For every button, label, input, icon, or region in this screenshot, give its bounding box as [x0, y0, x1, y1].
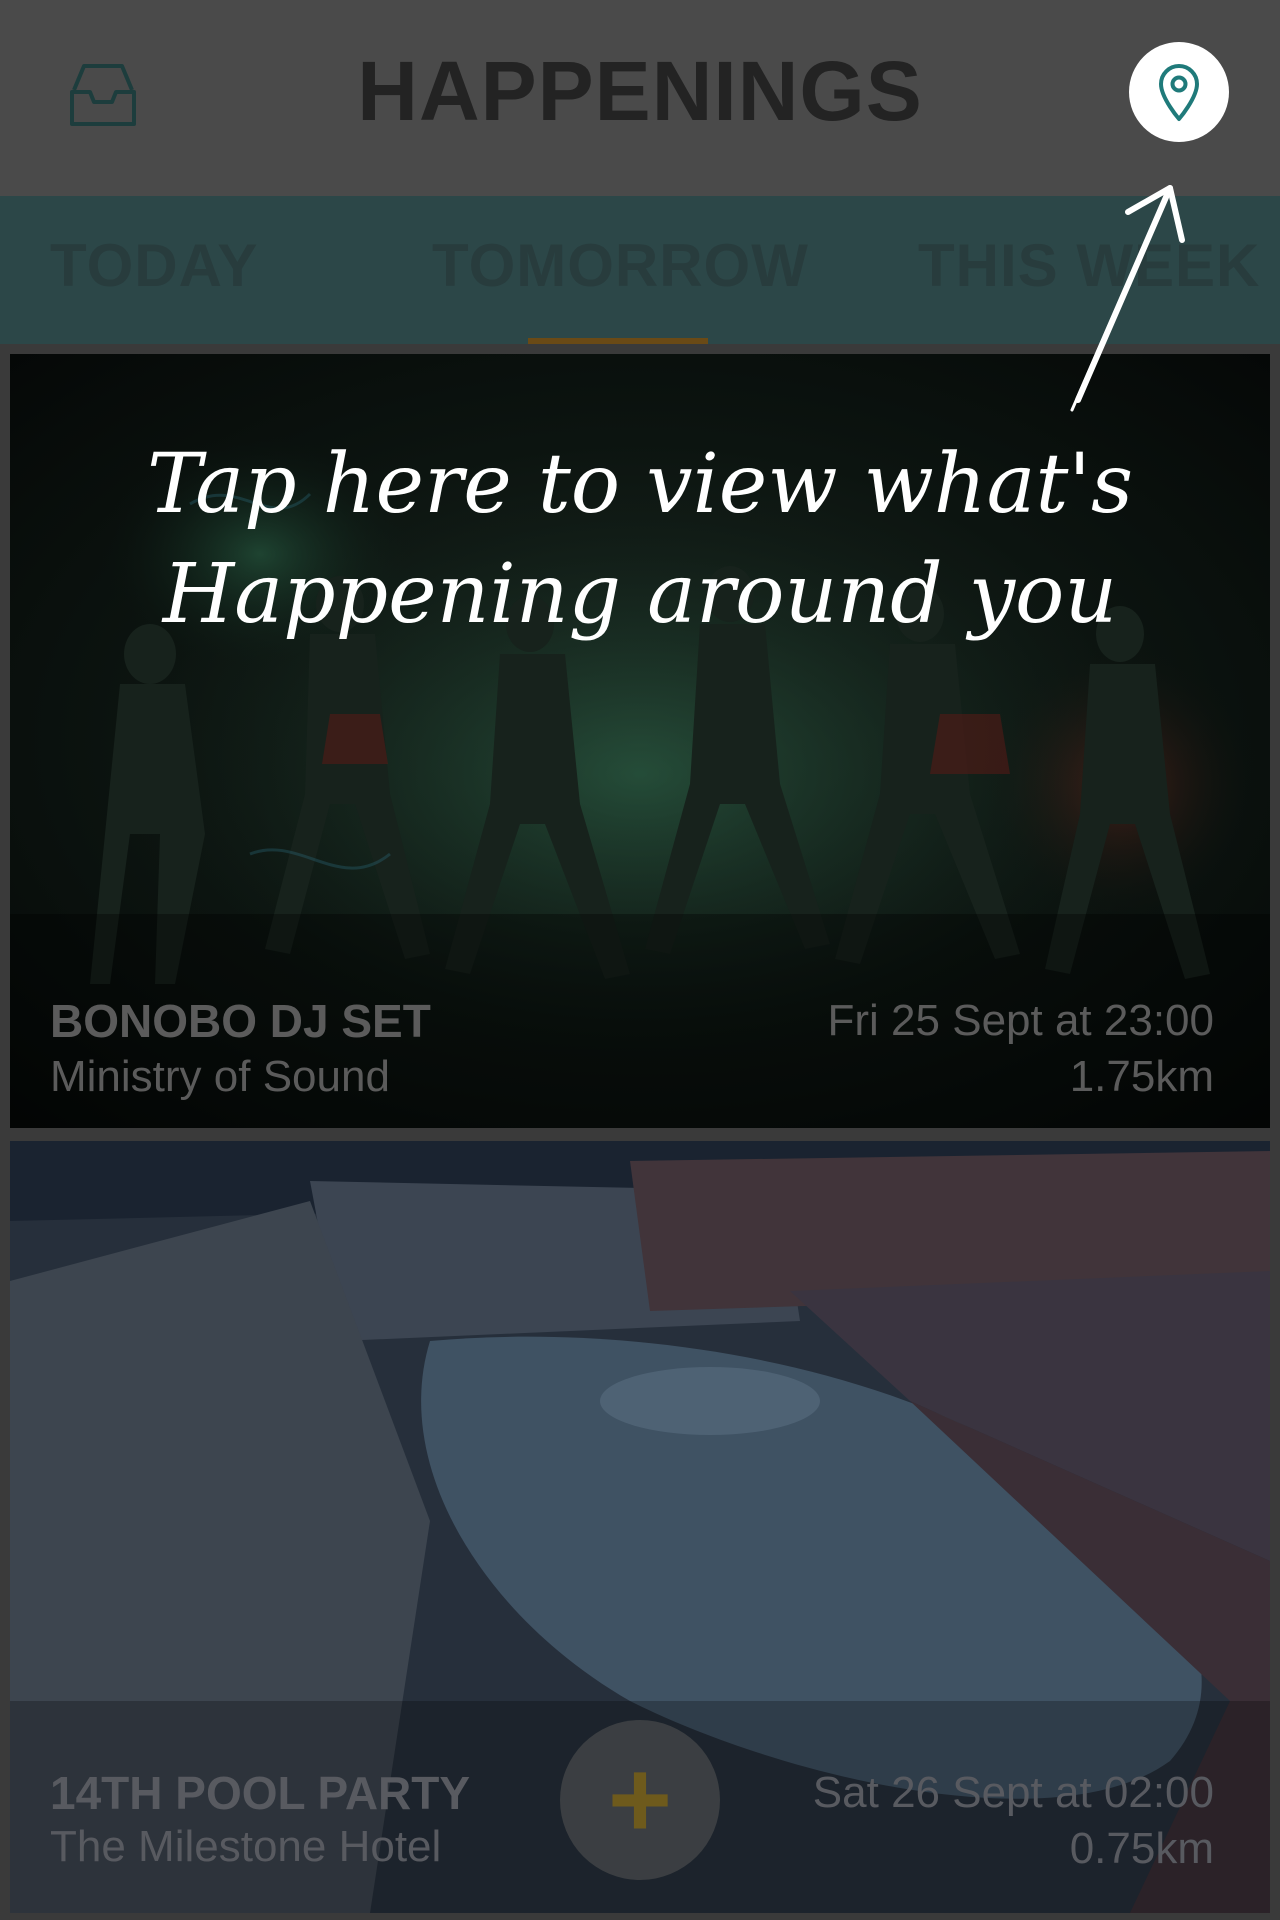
selected-tab-indicator	[528, 338, 708, 344]
map-pin-icon	[1159, 64, 1199, 121]
event-title: BONOBO DJ SET	[50, 995, 431, 1047]
add-event-button[interactable]: +	[560, 1720, 720, 1880]
inbox-tray-icon	[70, 64, 136, 126]
event-venue: Ministry of Sound	[50, 1052, 390, 1101]
tab-tomorrow[interactable]: TOMORROW	[432, 196, 809, 344]
event-title: 14TH POOL PARTY	[50, 1767, 471, 1819]
event-datetime: Fri 25 Sept at 23:00	[827, 996, 1214, 1045]
inbox-button[interactable]	[66, 60, 140, 134]
page-title: HAPPENINGS	[357, 44, 923, 138]
event-distance: 0.75km	[1069, 1824, 1214, 1873]
plus-icon: +	[607, 1738, 673, 1861]
onboarding-hint-text: Tap here to view what's Happening around…	[146, 437, 1134, 642]
tab-today[interactable]: TODAY	[50, 196, 258, 344]
location-button[interactable]	[1129, 42, 1229, 142]
event-distance: 1.75km	[1069, 1052, 1214, 1101]
event-venue: The Milestone Hotel	[50, 1822, 442, 1871]
event-datetime: Sat 26 Sept at 02:00	[812, 1768, 1214, 1817]
app-header: HAPPENINGS	[0, 0, 1280, 196]
hand-drawn-arrow-icon	[1070, 185, 1185, 412]
